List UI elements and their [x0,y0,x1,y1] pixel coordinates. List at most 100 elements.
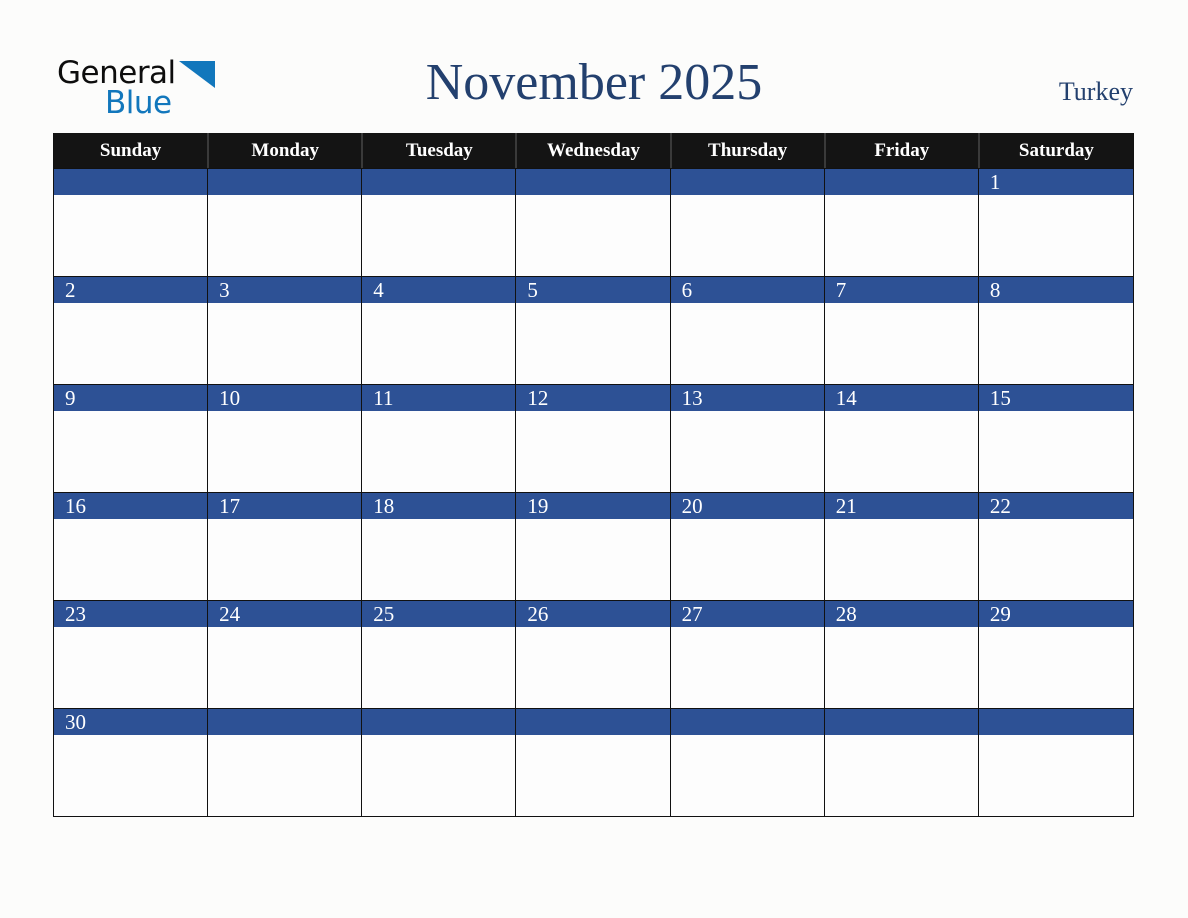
day-events-area[interactable] [978,627,1133,708]
day-cell[interactable]: 26 [516,601,671,708]
day-events-area[interactable] [670,627,824,708]
day-cell[interactable] [208,169,363,276]
day-cell[interactable]: 25 [362,601,517,708]
day-cell[interactable] [824,709,979,816]
day-cell[interactable]: 13 [670,385,825,492]
day-events-area[interactable] [362,627,516,708]
day-cell[interactable]: 11 [362,385,517,492]
day-cell[interactable]: 5 [516,277,671,384]
day-events-area[interactable] [824,195,978,276]
day-cell[interactable]: 8 [978,277,1133,384]
day-events-area[interactable] [208,627,362,708]
day-events-area[interactable] [516,627,670,708]
day-cell[interactable]: 3 [208,277,363,384]
day-cell[interactable]: 6 [670,277,825,384]
day-events-area[interactable] [54,735,208,816]
day-cell[interactable]: 9 [54,385,209,492]
day-events-area[interactable] [362,303,516,384]
day-cell[interactable]: 14 [824,385,979,492]
day-cell[interactable] [208,709,363,816]
day-cell[interactable]: 10 [208,385,363,492]
day-cell[interactable]: 18 [362,493,517,600]
day-number: 17 [208,493,362,519]
day-cell[interactable]: 12 [516,385,671,492]
day-cell[interactable] [516,169,671,276]
day-number [516,709,670,735]
day-events-area[interactable] [208,195,362,276]
weekday-tuesday: Tuesday [362,133,517,168]
day-number: 29 [978,601,1133,627]
day-cell[interactable]: 2 [54,277,209,384]
day-events-area[interactable] [362,195,516,276]
day-events-area[interactable] [670,303,824,384]
day-number: 4 [362,277,516,303]
day-events-area[interactable] [978,519,1133,600]
day-cell[interactable]: 24 [208,601,363,708]
day-cell[interactable] [670,709,825,816]
day-cell[interactable]: 19 [516,493,671,600]
day-events-area[interactable] [824,735,978,816]
day-cell[interactable] [362,169,517,276]
day-cell[interactable] [670,169,825,276]
day-events-area[interactable] [516,195,670,276]
day-cell[interactable]: 22 [978,493,1133,600]
weekday-wednesday: Wednesday [516,133,671,168]
day-number [670,709,824,735]
day-events-area[interactable] [670,411,824,492]
day-events-area[interactable] [670,519,824,600]
day-cell[interactable]: 23 [54,601,209,708]
weekday-sunday: Sunday [54,133,209,168]
day-number: 20 [670,493,824,519]
day-cell[interactable] [362,709,517,816]
day-cell[interactable] [516,709,671,816]
day-events-area[interactable] [54,519,208,600]
day-events-area[interactable] [516,411,670,492]
day-cell[interactable]: 28 [824,601,979,708]
day-events-area[interactable] [516,519,670,600]
day-number: 18 [362,493,516,519]
day-events-area[interactable] [208,735,362,816]
day-cell[interactable]: 21 [824,493,979,600]
day-events-area[interactable] [208,303,362,384]
day-events-area[interactable] [362,411,516,492]
day-events-area[interactable] [54,303,208,384]
day-cell[interactable] [978,709,1133,816]
day-cell[interactable]: 27 [670,601,825,708]
day-number: 24 [208,601,362,627]
day-events-area[interactable] [208,519,362,600]
day-events-area[interactable] [54,411,208,492]
day-events-area[interactable] [516,303,670,384]
day-cell[interactable]: 20 [670,493,825,600]
day-events-area[interactable] [824,411,978,492]
day-events-area[interactable] [54,627,208,708]
day-cell[interactable] [824,169,979,276]
day-cell[interactable]: 7 [824,277,979,384]
day-cell[interactable] [54,169,209,276]
day-number: 1 [978,169,1133,195]
day-cell[interactable]: 4 [362,277,517,384]
day-cell[interactable]: 1 [978,169,1133,276]
day-events-area[interactable] [978,303,1133,384]
day-events-area[interactable] [516,735,670,816]
day-events-area[interactable] [208,411,362,492]
day-number: 15 [978,385,1133,411]
day-events-area[interactable] [670,195,824,276]
weekday-friday: Friday [824,133,979,168]
day-cell[interactable]: 29 [978,601,1133,708]
week-row: 30 [54,708,1133,816]
day-cell[interactable]: 16 [54,493,209,600]
day-events-area[interactable] [978,735,1133,816]
day-events-area[interactable] [670,735,824,816]
day-events-area[interactable] [824,627,978,708]
day-events-area[interactable] [824,303,978,384]
day-cell[interactable]: 30 [54,709,209,816]
day-number: 11 [362,385,516,411]
day-events-area[interactable] [978,195,1133,276]
day-cell[interactable]: 17 [208,493,363,600]
day-cell[interactable]: 15 [978,385,1133,492]
day-events-area[interactable] [824,519,978,600]
day-events-area[interactable] [54,195,208,276]
day-events-area[interactable] [362,735,516,816]
day-events-area[interactable] [978,411,1133,492]
day-events-area[interactable] [362,519,516,600]
